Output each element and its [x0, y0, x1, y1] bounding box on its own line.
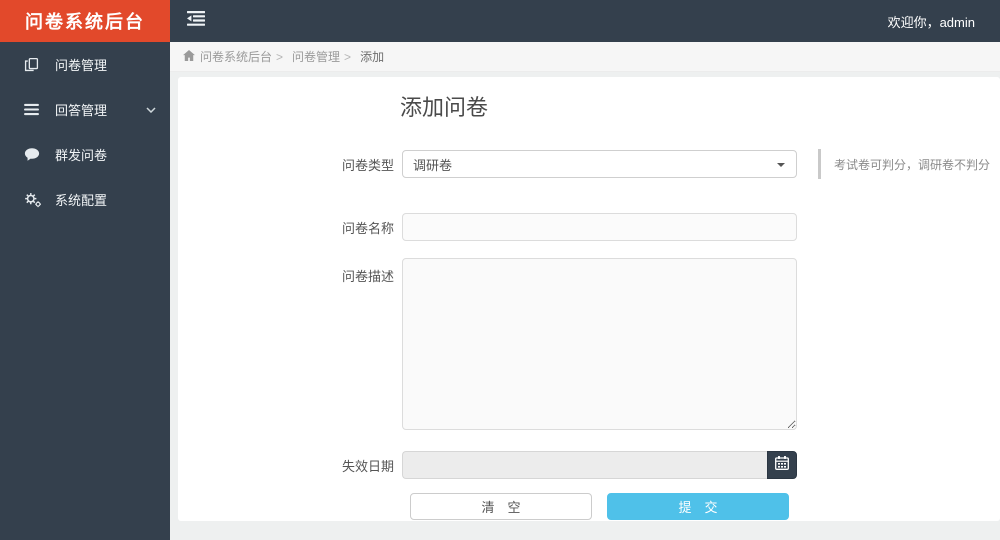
form-row-name: 问卷名称: [178, 213, 1000, 241]
breadcrumb-item-questionnaire-management[interactable]: 问卷管理: [292, 48, 340, 65]
breadcrumb-separator: >: [276, 49, 284, 64]
expiry-date-input[interactable]: [402, 451, 767, 479]
sidebar-item-label: 系统配置: [55, 193, 108, 208]
sidebar: 问卷管理 回答管理 群发问卷 系统配置: [0, 42, 170, 540]
calendar-icon: [775, 455, 789, 475]
questionnaire-name-input[interactable]: [402, 213, 797, 241]
clear-button[interactable]: 清 空: [410, 493, 592, 520]
chevron-down-icon: [146, 106, 156, 113]
questionnaire-description-textarea[interactable]: [402, 258, 797, 430]
sidebar-item-label: 问卷管理: [55, 58, 108, 73]
topbar: 欢迎你，admin: [170, 0, 1000, 42]
cogs-icon: [24, 192, 44, 208]
description-label: 问卷描述: [341, 269, 394, 284]
form-row-type: 问卷类型 调研卷 考试卷可判分，调研卷不判分: [178, 149, 1000, 179]
breadcrumb-home[interactable]: 问卷系统后台: [200, 48, 272, 65]
form-actions: 清 空 提 交: [410, 493, 1000, 520]
sidebar-item-system-configuration[interactable]: 系统配置: [0, 177, 170, 222]
sidebar-toggle-button[interactable]: [178, 0, 214, 42]
breadcrumb-item-add: 添加: [360, 50, 385, 64]
sidebar-item-mass-send-questionnaire[interactable]: 群发问卷: [0, 132, 170, 177]
questionnaire-type-select[interactable]: 调研卷: [402, 150, 797, 178]
sidebar-item-label: 回答管理: [55, 103, 108, 118]
sidebar-item-label: 群发问卷: [55, 148, 108, 163]
form-row-description: 问卷描述: [178, 258, 1000, 435]
expiry-date-label: 失效日期: [341, 458, 394, 474]
submit-button[interactable]: 提 交: [607, 493, 789, 520]
welcome-text: 欢迎你，admin: [887, 14, 975, 30]
sidebar-item-answer-management[interactable]: 回答管理: [0, 87, 170, 132]
add-questionnaire-form-panel: 添加问卷 问卷类型 调研卷 考试卷可判分，调研卷不判分 问卷名称 问卷描述 失效…: [178, 77, 1000, 521]
list-icon: [24, 103, 44, 116]
sidebar-toggle-icon: [187, 11, 205, 31]
comment-icon: [24, 147, 44, 162]
main-content: 问卷系统后台 > 问卷管理 > 添加 添加问卷 问卷类型 调研卷 考试卷可判分，…: [170, 42, 1000, 540]
sidebar-item-questionnaire-management[interactable]: 问卷管理: [0, 42, 170, 87]
name-label: 问卷名称: [341, 220, 394, 236]
type-label: 问卷类型: [341, 157, 394, 173]
page-title: 添加问卷: [400, 95, 489, 120]
home-icon: [183, 49, 195, 64]
brand-logo[interactable]: 问卷系统后台: [0, 0, 170, 42]
breadcrumb: 问卷系统后台 > 问卷管理 > 添加: [170, 42, 1000, 72]
app-window: 问卷系统后台 欢迎你，admin 问卷管理 回答管理 群发问卷 系统配置 问卷系…: [0, 0, 1000, 540]
type-hint: 考试卷可判分，调研卷不判分: [818, 149, 990, 179]
selected-type-value: 调研卷: [413, 157, 453, 173]
date-picker-button[interactable]: [767, 451, 797, 479]
brand-title: 问卷系统后台: [25, 12, 145, 32]
form-row-expiry-date: 失效日期: [178, 451, 1000, 479]
copy-icon: [24, 57, 44, 72]
breadcrumb-separator: >: [344, 49, 352, 64]
